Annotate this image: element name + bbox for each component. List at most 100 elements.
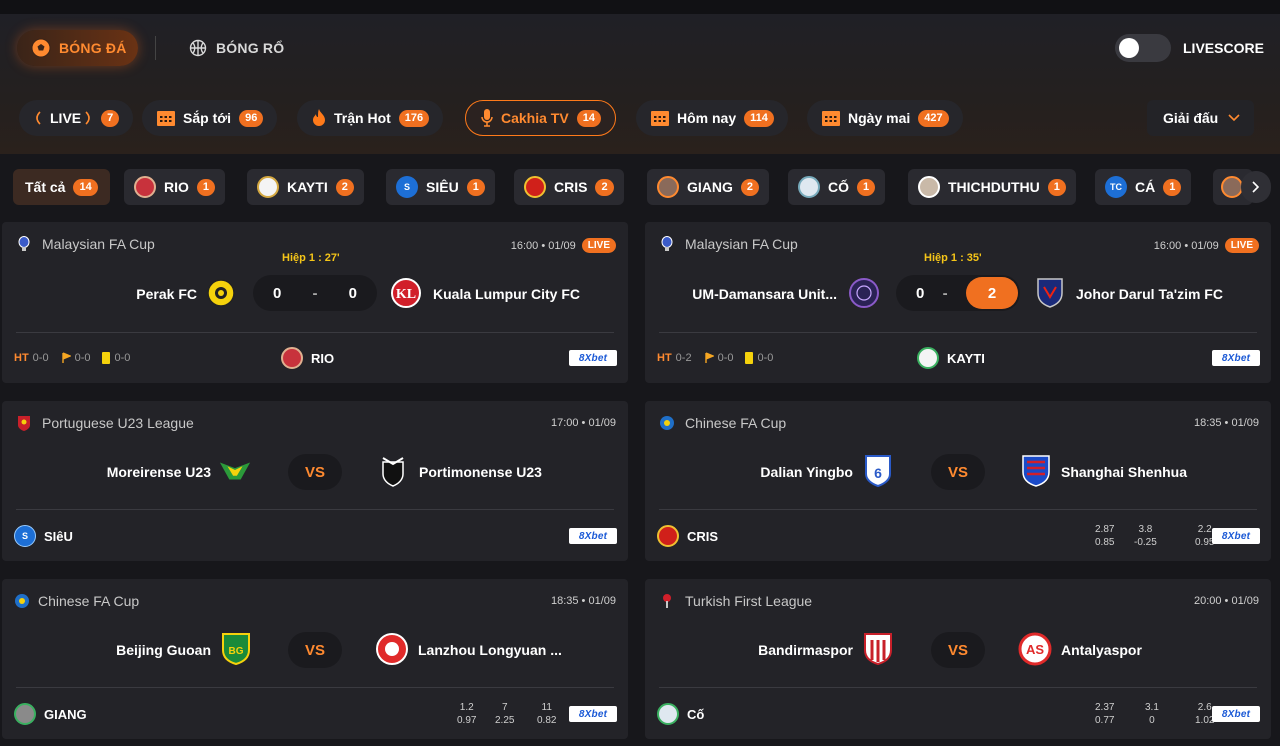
- match-half-time: Hiệp 1 : 27': [282, 252, 340, 264]
- league-dropdown[interactable]: Giải đấu: [1147, 100, 1254, 136]
- livescore-label: LIVESCORE: [1183, 40, 1264, 56]
- 8xbet-logo[interactable]: 8Xbet: [569, 350, 617, 366]
- league-name: Chinese FA Cup: [659, 415, 786, 431]
- 8xbet-logo[interactable]: 8Xbet: [1212, 350, 1260, 366]
- away-team-logo: [1033, 276, 1067, 310]
- filter-tomorrow[interactable]: Ngày mai 427: [807, 100, 963, 136]
- filter-live[interactable]: LIVE 7: [19, 100, 134, 136]
- cris-avatar: [524, 176, 546, 198]
- odds-value: 3.8: [1138, 524, 1153, 535]
- home-team-logo: [847, 276, 881, 310]
- calendar-icon: [156, 109, 176, 127]
- scroll-right-button[interactable]: [1241, 171, 1271, 203]
- odds-draw[interactable]: 3.8 -0.25: [1134, 523, 1157, 549]
- odds-home[interactable]: 2.87 0.85: [1095, 523, 1114, 549]
- away-team-logo: [375, 632, 409, 666]
- livescore-toggle[interactable]: [1115, 34, 1171, 62]
- 8xbet-logo[interactable]: 8Xbet: [1212, 528, 1260, 544]
- streamer-tab-cris[interactable]: CRIS 2: [514, 169, 624, 205]
- match-streamer[interactable]: S SIêU: [14, 525, 73, 547]
- card-divider: [16, 509, 614, 510]
- odds-away[interactable]: 11 0.82: [537, 701, 556, 727]
- 8xbet-logo[interactable]: 8Xbet: [1212, 706, 1260, 722]
- match-card[interactable]: Portuguese U23 League 17:00 • 01/09 More…: [2, 401, 628, 561]
- match-half-time: Hiệp 1 : 35': [924, 252, 982, 264]
- soccer-ball-icon: [31, 38, 51, 58]
- turkish-league-icon: [659, 593, 675, 609]
- giang-avatar: [14, 703, 36, 725]
- streamer-tab-co[interactable]: CỐ 1: [788, 169, 886, 205]
- match-card[interactable]: Chinese FA Cup 18:35 • 01/09 Beijing Guo…: [2, 579, 628, 739]
- tab-basketball[interactable]: BÓNG RỔ: [188, 30, 284, 66]
- trophy-icon: [16, 236, 32, 252]
- streamer-count-badge: 1: [1163, 178, 1182, 196]
- streamer-tab-label: CỐ: [828, 179, 849, 195]
- streamer-tab-thichduthu[interactable]: THICHDUTHU 1: [908, 169, 1076, 205]
- vs-indicator: VS: [288, 454, 342, 490]
- chinese-fa-cup-icon: [14, 593, 30, 609]
- odds-home[interactable]: 1.2 0.97: [457, 701, 476, 727]
- co-avatar: [657, 703, 679, 725]
- odds-value: 7: [501, 702, 508, 713]
- streamer-tab-sieu[interactable]: S SIÊU 1: [386, 169, 495, 205]
- away-team-name: Portimonense U23: [419, 464, 542, 480]
- calendar-icon: [650, 109, 670, 127]
- match-streamer[interactable]: KAYTI: [917, 347, 985, 369]
- corner-count: 0-0: [717, 352, 734, 364]
- home-score: 0: [273, 284, 282, 302]
- streamer-count-badge: 2: [740, 178, 760, 196]
- filter-today-label: Hôm nay: [677, 110, 737, 126]
- tab-football-label: BÓNG ĐÁ: [59, 40, 127, 56]
- match-streamer[interactable]: CRIS: [657, 525, 718, 547]
- vs-indicator: VS: [288, 632, 342, 668]
- match-streamer[interactable]: RIO: [281, 347, 334, 369]
- kayti-avatar: [257, 176, 279, 198]
- home-team-name: UM-Damansara Unit...: [692, 286, 837, 302]
- sieu-avatar: S: [14, 525, 36, 547]
- odds-draw[interactable]: 7 2.25: [495, 701, 514, 727]
- match-time-label: 18:35 • 01/09: [550, 595, 616, 607]
- filter-live-label: LIVE: [50, 110, 82, 126]
- away-team-logo: AS: [1018, 632, 1052, 666]
- odds-draw[interactable]: 3.1 0: [1145, 701, 1159, 727]
- away-team-name: Antalyaspor: [1061, 642, 1142, 658]
- 8xbet-logo[interactable]: 8Xbet: [569, 528, 617, 544]
- live-signal-icon: [33, 110, 43, 126]
- match-card[interactable]: Turkish First League 20:00 • 01/09 Bandi…: [645, 579, 1271, 739]
- kayti-avatar: [917, 347, 939, 369]
- tab-football[interactable]: BÓNG ĐÁ: [17, 30, 138, 66]
- odds-handicap: 0: [1149, 715, 1155, 726]
- home-team-name: Moreirense U23: [106, 464, 211, 480]
- sport-separator: [155, 36, 156, 60]
- streamer-tab-giang[interactable]: GIANG 2: [647, 169, 770, 205]
- match-time: 20:00 • 01/09: [1194, 595, 1259, 607]
- match-card[interactable]: Malaysian FA Cup 16:00 • 01/09 LIVE Hiệp …: [2, 222, 628, 383]
- filter-hot[interactable]: Trận Hot 176: [297, 100, 444, 136]
- odds-handicap: 0.77: [1095, 715, 1115, 726]
- filter-upcoming[interactable]: Sắp tới 96: [142, 100, 278, 136]
- streamer-tab-ca[interactable]: TC CÁ 1: [1095, 169, 1192, 205]
- match-streamer[interactable]: Cố: [657, 703, 704, 725]
- match-streamer[interactable]: GIANG: [14, 703, 87, 725]
- league-name: Chinese FA Cup: [14, 593, 139, 609]
- match-card[interactable]: Chinese FA Cup 18:35 • 01/09 Dalian Ying…: [645, 401, 1271, 561]
- away-score: 0: [348, 284, 357, 302]
- match-card[interactable]: Malaysian FA Cup 16:00 • 01/09 LIVE Hiệp …: [645, 222, 1271, 383]
- filter-cakhia-tv[interactable]: Cakhia TV 14: [465, 100, 616, 136]
- filter-count-badge: 427: [918, 109, 949, 127]
- streamer-tab-all[interactable]: Tất cả 14: [13, 169, 110, 205]
- chinese-fa-cup-icon: [659, 415, 675, 431]
- streamer-tab-rio[interactable]: RIO 1: [124, 169, 226, 205]
- away-team-name: Shanghai Shenhua: [1061, 464, 1188, 480]
- streamer-tab-kayti[interactable]: KAYTI 2: [247, 169, 364, 205]
- streamer-name: GIANG: [44, 706, 87, 722]
- league-label: Malaysian FA Cup: [685, 236, 798, 252]
- filter-upcoming-label: Sắp tới: [183, 110, 232, 126]
- 8xbet-logo[interactable]: 8Xbet: [569, 706, 617, 722]
- streamer-count-badge: 1: [466, 178, 485, 196]
- match-time: 18:35 • 01/09: [1194, 417, 1259, 429]
- odds-home[interactable]: 2.37 0.77: [1095, 701, 1114, 727]
- filter-today[interactable]: Hôm nay 114: [636, 100, 788, 136]
- odds-handicap: 0.85: [1095, 537, 1115, 548]
- match-time: 16:00 • 01/09 LIVE: [1154, 238, 1259, 253]
